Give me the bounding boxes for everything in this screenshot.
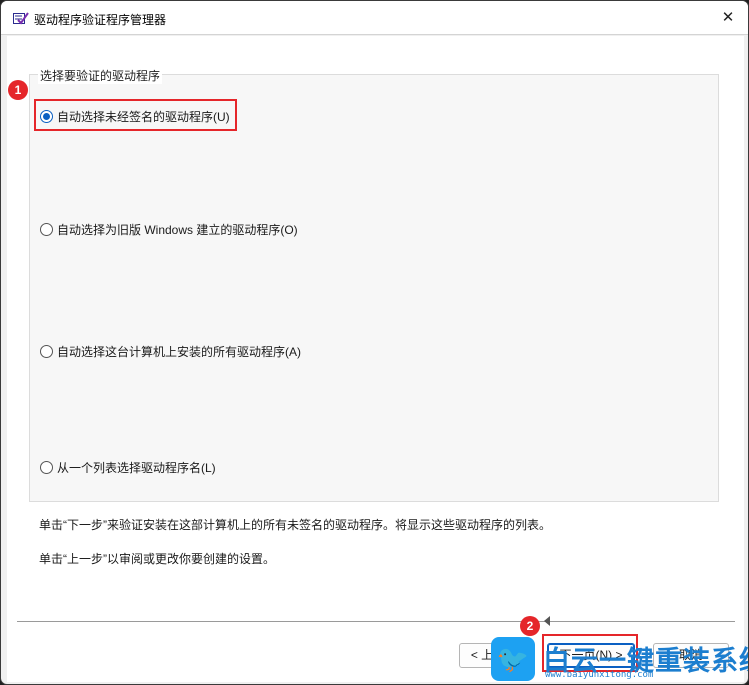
- divider-arrow-icon: [544, 616, 550, 626]
- driver-selection-group: 选择要验证的驱动程序 自动选择未经签名的驱动程序(U) 自动选择为旧版 Wind…: [29, 67, 719, 502]
- group-legend: 选择要验证的驱动程序: [38, 67, 163, 84]
- option-label: 自动选择未经签名的驱动程序(U): [57, 110, 230, 124]
- footer-divider: [17, 621, 735, 622]
- window-title: 驱动程序验证程序管理器: [34, 13, 167, 27]
- option-label: 从一个列表选择驱动程序名(L): [57, 461, 216, 475]
- title-bar: 驱动程序验证程序管理器 ✕: [1, 1, 748, 35]
- step-badge-2: 2: [520, 616, 540, 636]
- wizard-content: 选择要验证的驱动程序 自动选择未经签名的驱动程序(U) 自动选择为旧版 Wind…: [7, 36, 744, 682]
- close-button[interactable]: ✕: [720, 10, 736, 26]
- radio-button[interactable]: [40, 223, 53, 236]
- option-legacy-drivers[interactable]: 自动选择为旧版 Windows 建立的驱动程序(O): [40, 221, 298, 238]
- radio-button[interactable]: [40, 345, 53, 358]
- option-label: 自动选择为旧版 Windows 建立的驱动程序(O): [57, 223, 298, 237]
- cancel-button[interactable]: 取消: [653, 643, 729, 668]
- radio-button-checked[interactable]: [40, 110, 53, 123]
- back-step-description: 单击“上一步”以审阅或更改你要创建的设置。: [39, 552, 275, 566]
- driver-verifier-window: 驱动程序验证程序管理器 ✕ 选择要验证的驱动程序 自动选择未经签名的驱动程序(U…: [0, 0, 749, 685]
- back-button[interactable]: < 上一: [459, 643, 517, 668]
- option-label: 自动选择这台计算机上安装的所有驱动程序(A): [57, 345, 301, 359]
- close-icon: ✕: [721, 9, 735, 26]
- step-badge-1: 1: [8, 80, 28, 100]
- option-unsigned-drivers[interactable]: 自动选择未经签名的驱动程序(U): [40, 108, 230, 125]
- driver-verifier-app-icon: [13, 12, 29, 25]
- radio-button[interactable]: [40, 461, 53, 474]
- option-all-drivers[interactable]: 自动选择这台计算机上安装的所有驱动程序(A): [40, 343, 301, 360]
- next-button[interactable]: 下一页(N) >: [547, 643, 635, 668]
- option-select-from-list[interactable]: 从一个列表选择驱动程序名(L): [40, 459, 216, 476]
- next-step-description: 单击“下一步”来验证安装在这部计算机上的所有未签名的驱动程序。将显示这些驱动程序…: [39, 518, 551, 532]
